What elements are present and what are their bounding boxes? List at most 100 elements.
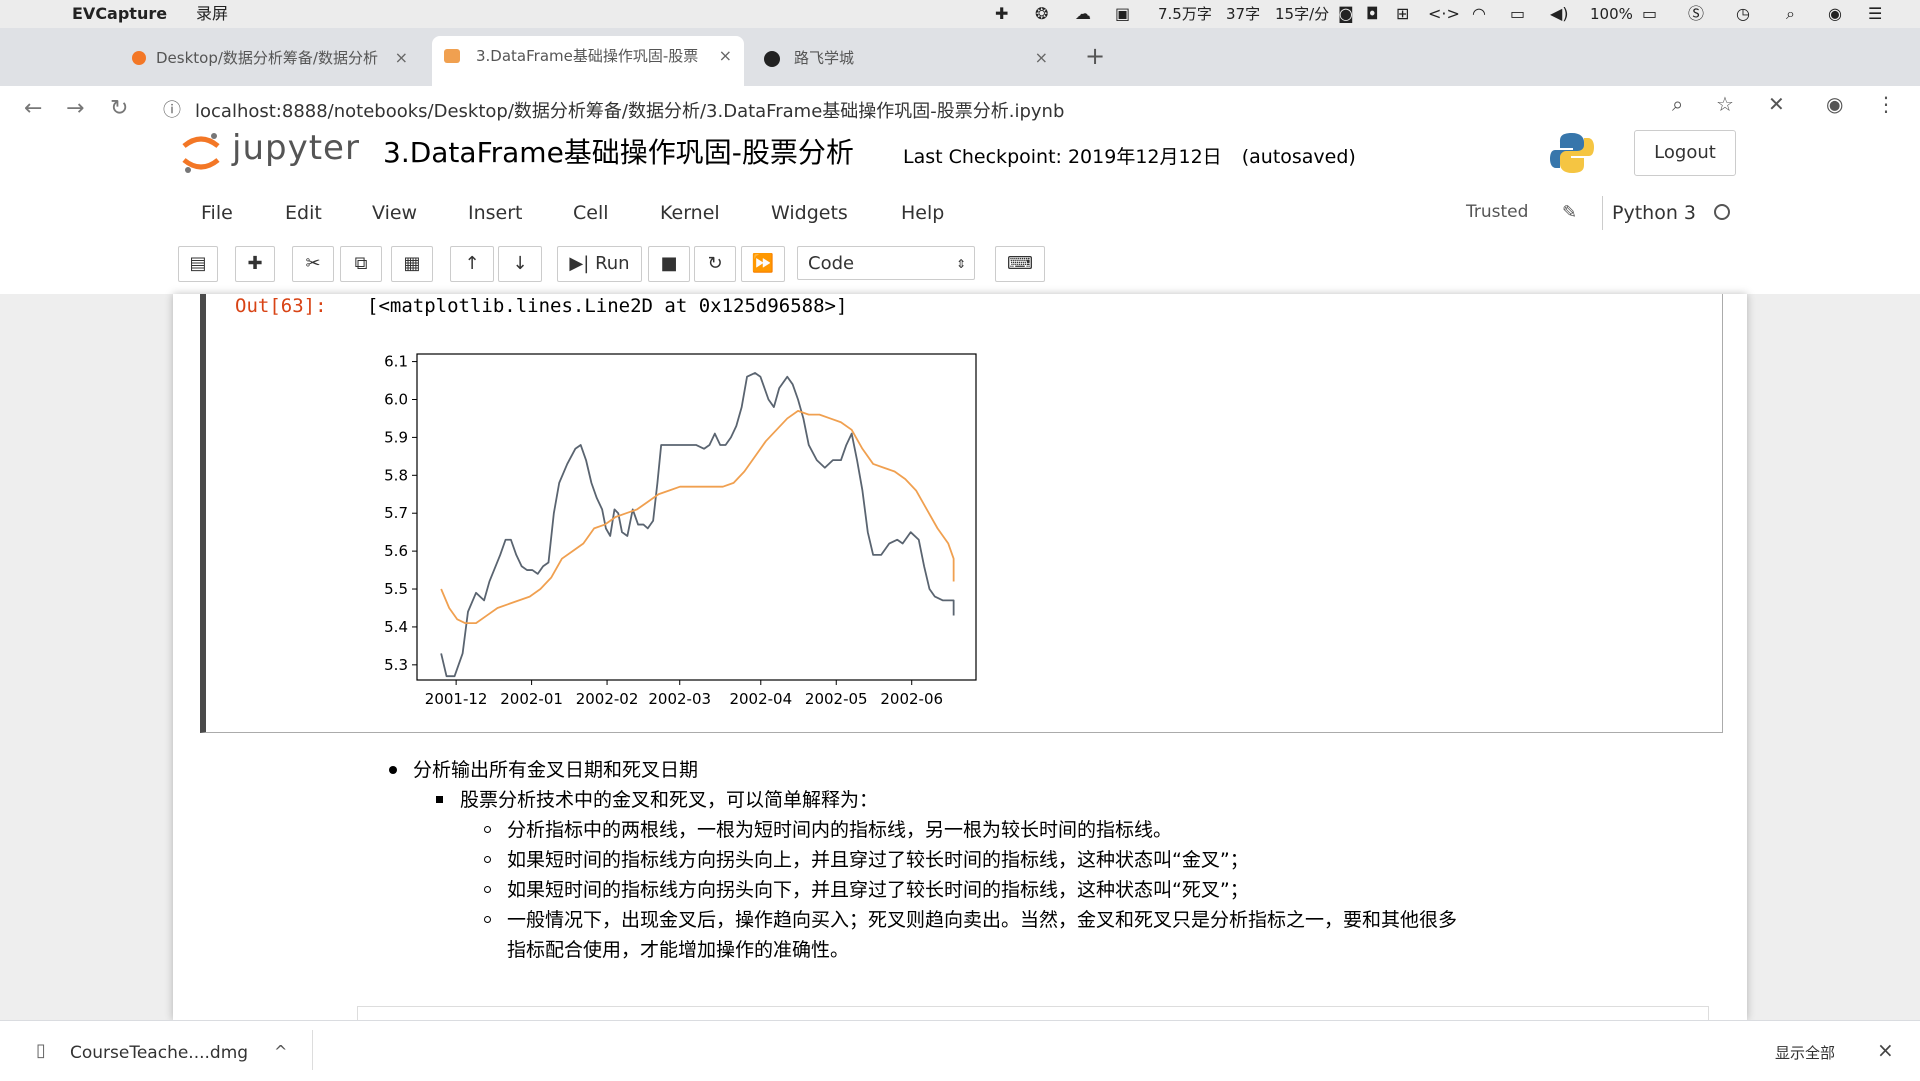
wifi-icon[interactable]: ◠ bbox=[1472, 4, 1486, 24]
back-icon[interactable]: ← bbox=[24, 96, 42, 121]
tab-notebook[interactable]: 3.DataFrame基础操作巩固-股票 × bbox=[432, 36, 744, 86]
close-download-bar-icon[interactable]: × bbox=[1877, 1038, 1894, 1062]
bullet-square bbox=[436, 796, 443, 803]
download-filename[interactable]: CourseTeache....dmg bbox=[70, 1043, 248, 1063]
trusted-indicator[interactable]: Trusted bbox=[1466, 202, 1528, 222]
stat-words: 7.5万字 bbox=[1158, 5, 1212, 23]
jupyter-logo-icon[interactable] bbox=[180, 130, 222, 176]
bullet-circle bbox=[484, 886, 491, 893]
code-icon[interactable]: <·> bbox=[1428, 4, 1460, 24]
fast-forward-icon: ⏩ bbox=[751, 253, 775, 274]
x-tick-label: 2002-03 bbox=[648, 690, 711, 708]
grid-icon[interactable]: ⊞ bbox=[1396, 4, 1409, 24]
plot-frame bbox=[416, 353, 977, 681]
notification-icon[interactable]: ☰ bbox=[1868, 4, 1882, 24]
battery-icon[interactable]: ▭ bbox=[1642, 4, 1657, 24]
run-label: Run bbox=[595, 253, 630, 274]
url-box[interactable]: ⓘ localhost:8888/notebooks/Desktop/数据分析筹… bbox=[155, 88, 1655, 128]
copy-icon: ⧉ bbox=[354, 253, 368, 274]
record-menu[interactable]: 录屏 bbox=[196, 4, 228, 24]
kernel-name[interactable]: Python 3 bbox=[1612, 202, 1696, 224]
autosaved-text: (autosaved) bbox=[1241, 146, 1356, 168]
volume-icon[interactable]: ◀) bbox=[1550, 4, 1569, 24]
paste-button[interactable]: ▦ bbox=[391, 246, 433, 282]
tab-luffy[interactable]: 路飞学城 × bbox=[752, 38, 1060, 78]
next-cell[interactable] bbox=[357, 1006, 1709, 1021]
y-tick-label: 5.4 bbox=[384, 618, 408, 636]
new-tab-button[interactable]: + bbox=[1085, 42, 1105, 70]
bullet-circle bbox=[484, 916, 491, 923]
x-tick-label: 2002-05 bbox=[805, 690, 868, 708]
clock-icon[interactable]: ◷ bbox=[1736, 4, 1750, 24]
restart-run-all-button[interactable]: ⏩ bbox=[741, 246, 785, 282]
tab-label: 3.DataFrame基础操作巩固-股票 bbox=[476, 47, 699, 65]
y-tick-label: 5.6 bbox=[384, 542, 408, 560]
move-up-button[interactable]: ↑ bbox=[450, 246, 494, 282]
menu-edit[interactable]: Edit bbox=[285, 202, 322, 224]
profile-icon[interactable]: ◉ bbox=[1826, 92, 1843, 116]
menu-cell[interactable]: Cell bbox=[573, 202, 609, 224]
cross-icon[interactable]: ✚ bbox=[995, 4, 1008, 24]
y-tick-label: 6.0 bbox=[384, 390, 408, 408]
line-chart: 5.3 5.4 5.5 5.6 5.7 5.8 5.9 6.0 6.1 2001-12 2002-0… bbox=[384, 353, 977, 708]
bookmark-star-icon[interactable]: ☆ bbox=[1716, 92, 1734, 116]
chevron-up-icon[interactable]: ^ bbox=[274, 1042, 287, 1061]
window-icon[interactable]: ▣ bbox=[1115, 4, 1130, 24]
plus-icon: ✚ bbox=[247, 253, 263, 274]
app-name[interactable]: EVCapture bbox=[72, 4, 167, 24]
spotlight-icon[interactable]: ⌕ bbox=[1786, 4, 1795, 24]
swirl-icon[interactable]: ❂ bbox=[1035, 4, 1048, 24]
run-button[interactable]: ▶| Run bbox=[557, 246, 642, 282]
edit-pencil-icon[interactable]: ✎ bbox=[1562, 202, 1577, 223]
notebook-title[interactable]: 3.DataFrame基础操作巩固-股票分析 bbox=[383, 131, 854, 171]
status-icon-b[interactable]: ◘ bbox=[1366, 4, 1379, 24]
zoom-icon[interactable]: ⌕ bbox=[1672, 92, 1683, 116]
copy-button[interactable]: ⧉ bbox=[340, 246, 382, 282]
siri-icon[interactable]: ◉ bbox=[1828, 4, 1842, 24]
x-tick-label: 2002-01 bbox=[500, 690, 563, 708]
reload-icon[interactable]: ↻ bbox=[110, 96, 128, 121]
more-menu-icon[interactable]: ⋮ bbox=[1876, 92, 1896, 116]
menu-kernel[interactable]: Kernel bbox=[660, 202, 720, 224]
tab-desktop[interactable]: Desktop/数据分析筹备/数据分析 × bbox=[120, 38, 420, 78]
extension-icon[interactable]: ✕ bbox=[1768, 92, 1785, 116]
jupyter-wordmark[interactable]: jupyter bbox=[232, 128, 360, 168]
menu-insert[interactable]: Insert bbox=[468, 202, 523, 224]
show-all-link[interactable]: 显示全部 bbox=[1775, 1042, 1835, 1063]
status-icon-a[interactable]: ◙ bbox=[1338, 4, 1354, 24]
command-palette-button[interactable]: ⌨ bbox=[995, 246, 1045, 282]
save-button[interactable]: ▤ bbox=[178, 246, 218, 282]
tab-label: 路飞学城 bbox=[794, 49, 855, 67]
md-item-3: 如果短时间的指标线方向拐头向下，并且穿过了较长时间的指标线，这种状态叫“死叉”； bbox=[507, 879, 1249, 901]
airplay-icon[interactable]: ▭ bbox=[1510, 4, 1525, 24]
md-item-4: 一般情况下，出现金叉后，操作趋向买入；死叉则趋向卖出。当然，金叉和死叉只是分析指… bbox=[507, 909, 1458, 931]
move-down-button[interactable]: ↓ bbox=[498, 246, 542, 282]
md-item-4-cont: 指标配合使用，才能增加操作的准确性。 bbox=[507, 939, 850, 961]
close-icon[interactable]: × bbox=[395, 38, 408, 78]
bullet-circle bbox=[484, 856, 491, 863]
menu-help[interactable]: Help bbox=[901, 202, 944, 224]
menu-file[interactable]: File bbox=[201, 202, 233, 224]
insert-cell-button[interactable]: ✚ bbox=[235, 246, 275, 282]
logout-button[interactable]: Logout bbox=[1634, 130, 1736, 176]
info-icon[interactable]: ⓘ bbox=[163, 96, 181, 122]
s-app-icon[interactable]: Ⓢ bbox=[1688, 4, 1704, 24]
checkpoint-status: Last Checkpoint: 2019年12月12日 (autosaved) bbox=[903, 142, 1356, 169]
y-tick-label: 5.8 bbox=[384, 466, 408, 484]
restart-button[interactable]: ↻ bbox=[694, 246, 736, 282]
close-icon[interactable]: × bbox=[719, 36, 732, 76]
notebook-favicon bbox=[444, 49, 460, 63]
python-logo-icon bbox=[1550, 133, 1594, 173]
interrupt-button[interactable]: ■ bbox=[648, 246, 690, 282]
scissors-icon: ✂ bbox=[305, 253, 321, 274]
forward-icon[interactable]: → bbox=[66, 96, 84, 121]
close-icon[interactable]: × bbox=[1035, 38, 1048, 78]
menu-view[interactable]: View bbox=[372, 202, 417, 224]
output-repr: [<matplotlib.lines.Line2D at 0x125d96588… bbox=[367, 295, 848, 317]
cut-button[interactable]: ✂ bbox=[292, 246, 334, 282]
stat-chars: 37字 bbox=[1226, 5, 1261, 23]
luffy-favicon bbox=[764, 51, 780, 67]
menu-widgets[interactable]: Widgets bbox=[771, 202, 848, 224]
cloud-icon[interactable]: ☁ bbox=[1075, 4, 1091, 24]
cell-type-select[interactable]: Code ⇕ bbox=[797, 246, 975, 280]
